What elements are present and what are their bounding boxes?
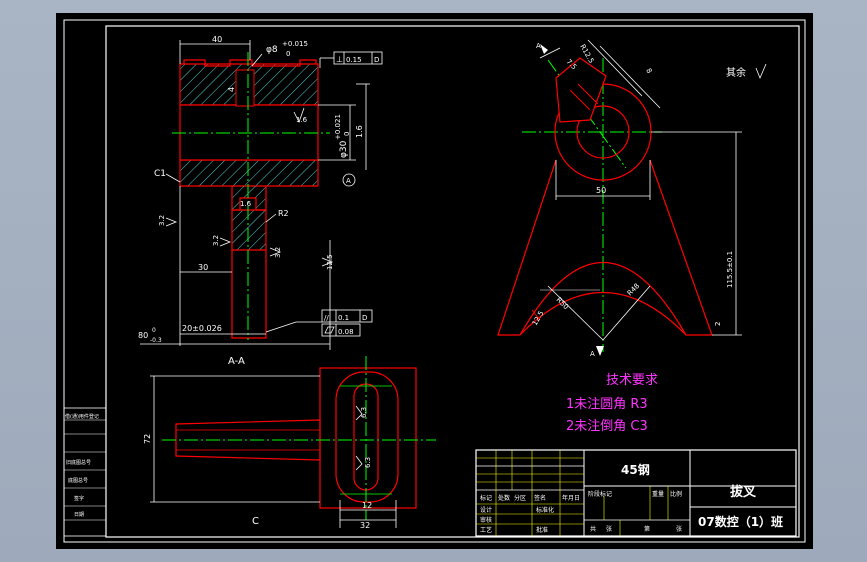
dim-height-72: 72 <box>143 434 152 444</box>
dim-radius-r2: R2 <box>278 209 289 218</box>
svg-text:审核: 审核 <box>480 516 492 524</box>
svg-text:张: 张 <box>606 525 612 533</box>
dim-height-80-tol-low: -0.3 <box>150 337 162 344</box>
dim-height-80-tol-up: 0 <box>152 327 156 334</box>
roughness-32-left: 3.2 <box>158 215 166 226</box>
svg-text:D: D <box>374 56 379 64</box>
svg-text:设计: 设计 <box>480 506 492 514</box>
dim-phi8-tol-up: +0.015 <box>282 40 308 48</box>
tech-line-2: 2未注倒角 C3 <box>566 419 648 434</box>
svg-text:标准化: 标准化 <box>536 506 554 514</box>
svg-text:日期: 日期 <box>74 512 84 518</box>
title-material: 45钢 <box>621 462 650 477</box>
dim-width-20: 20±0.026 <box>182 324 222 333</box>
section-arrow-a-top: A <box>536 42 541 50</box>
section-arrow-a-bottom: A <box>590 350 595 358</box>
svg-text:批准: 批准 <box>536 526 548 534</box>
dim-rough-radial: 1.6 <box>355 125 364 138</box>
svg-text:处数: 处数 <box>498 494 510 502</box>
svg-text:标记: 标记 <box>480 494 492 502</box>
roughness-32-stem: 3.2 <box>212 235 220 246</box>
dim-width-12: 12 <box>362 501 372 510</box>
dim-width-30: 30 <box>198 263 208 272</box>
title-part-name: 拔叉 <box>730 484 757 500</box>
dim-bore-phi30: φ30 <box>339 140 349 158</box>
svg-text:重量: 重量 <box>652 490 664 498</box>
hub-bottom-section <box>179 159 319 187</box>
dim-height-80: 80 <box>138 331 148 340</box>
engineering-drawing: 40 φ8 +0.015 0 ⊥ 0.15 D φ30 +0.021 0 1.6 <box>56 13 813 549</box>
svg-text:旧底图总号: 旧底图总号 <box>66 459 91 466</box>
surface-note-other: 其余 <box>726 66 746 79</box>
svg-text:比例: 比例 <box>670 490 682 498</box>
drawing-sheet <box>56 13 813 549</box>
svg-text:底图总号: 底图总号 <box>68 477 88 484</box>
tech-title: 技术要求 <box>606 373 658 388</box>
svg-text:张: 张 <box>676 525 682 533</box>
svg-text:0.08: 0.08 <box>338 328 354 336</box>
svg-text:A: A <box>346 177 351 185</box>
dim-bore-tol-up: +0.021 <box>334 114 342 140</box>
dim-phi8: φ8 <box>266 45 278 55</box>
stem-roughness: 1.6 <box>240 200 252 208</box>
svg-text:1.6: 1.6 <box>296 116 308 124</box>
svg-text:阶段标记: 阶段标记 <box>588 490 612 498</box>
dim-bore-tol-low: 0 <box>343 132 351 136</box>
dim-depth-4: 4 <box>227 87 236 92</box>
dim-2: 2 <box>714 322 722 326</box>
svg-text:工艺: 工艺 <box>480 526 492 534</box>
pin-hole <box>235 69 255 107</box>
chamfer-c1: C1 <box>154 169 166 179</box>
cad-viewport: 40 φ8 +0.015 0 ⊥ 0.15 D φ30 +0.021 0 1.6 <box>0 0 867 562</box>
svg-text:D: D <box>362 314 367 322</box>
view-label-aa: A-A <box>228 356 245 367</box>
dim-height-115: 115.5±0.1 <box>726 251 734 288</box>
dim-width-32: 32 <box>360 521 370 530</box>
svg-text:⊥: ⊥ <box>336 55 343 64</box>
view-label-c: C <box>252 516 259 527</box>
dim-width-50: 50 <box>596 186 606 195</box>
svg-text:第: 第 <box>644 525 650 533</box>
svg-text:签名: 签名 <box>534 494 546 502</box>
svg-text:分区: 分区 <box>514 494 526 502</box>
svg-text://: // <box>324 314 329 322</box>
svg-text:年月日: 年月日 <box>562 494 580 502</box>
svg-text:共: 共 <box>590 525 596 533</box>
svg-text:借(通)用件登记: 借(通)用件登记 <box>65 413 99 420</box>
tech-line-1: 1未注圆角 R3 <box>566 397 648 412</box>
stem-section <box>231 209 267 251</box>
dim-phi8-tol-low: 0 <box>286 50 290 58</box>
svg-text:0.15: 0.15 <box>346 56 362 64</box>
view-c-rough-b: 6.3 <box>364 457 372 468</box>
svg-text:签字: 签字 <box>74 495 84 502</box>
title-class-name: 07数控（1）班 <box>698 514 783 529</box>
svg-text:0.1: 0.1 <box>338 314 349 322</box>
dim-width-40: 40 <box>212 35 222 44</box>
